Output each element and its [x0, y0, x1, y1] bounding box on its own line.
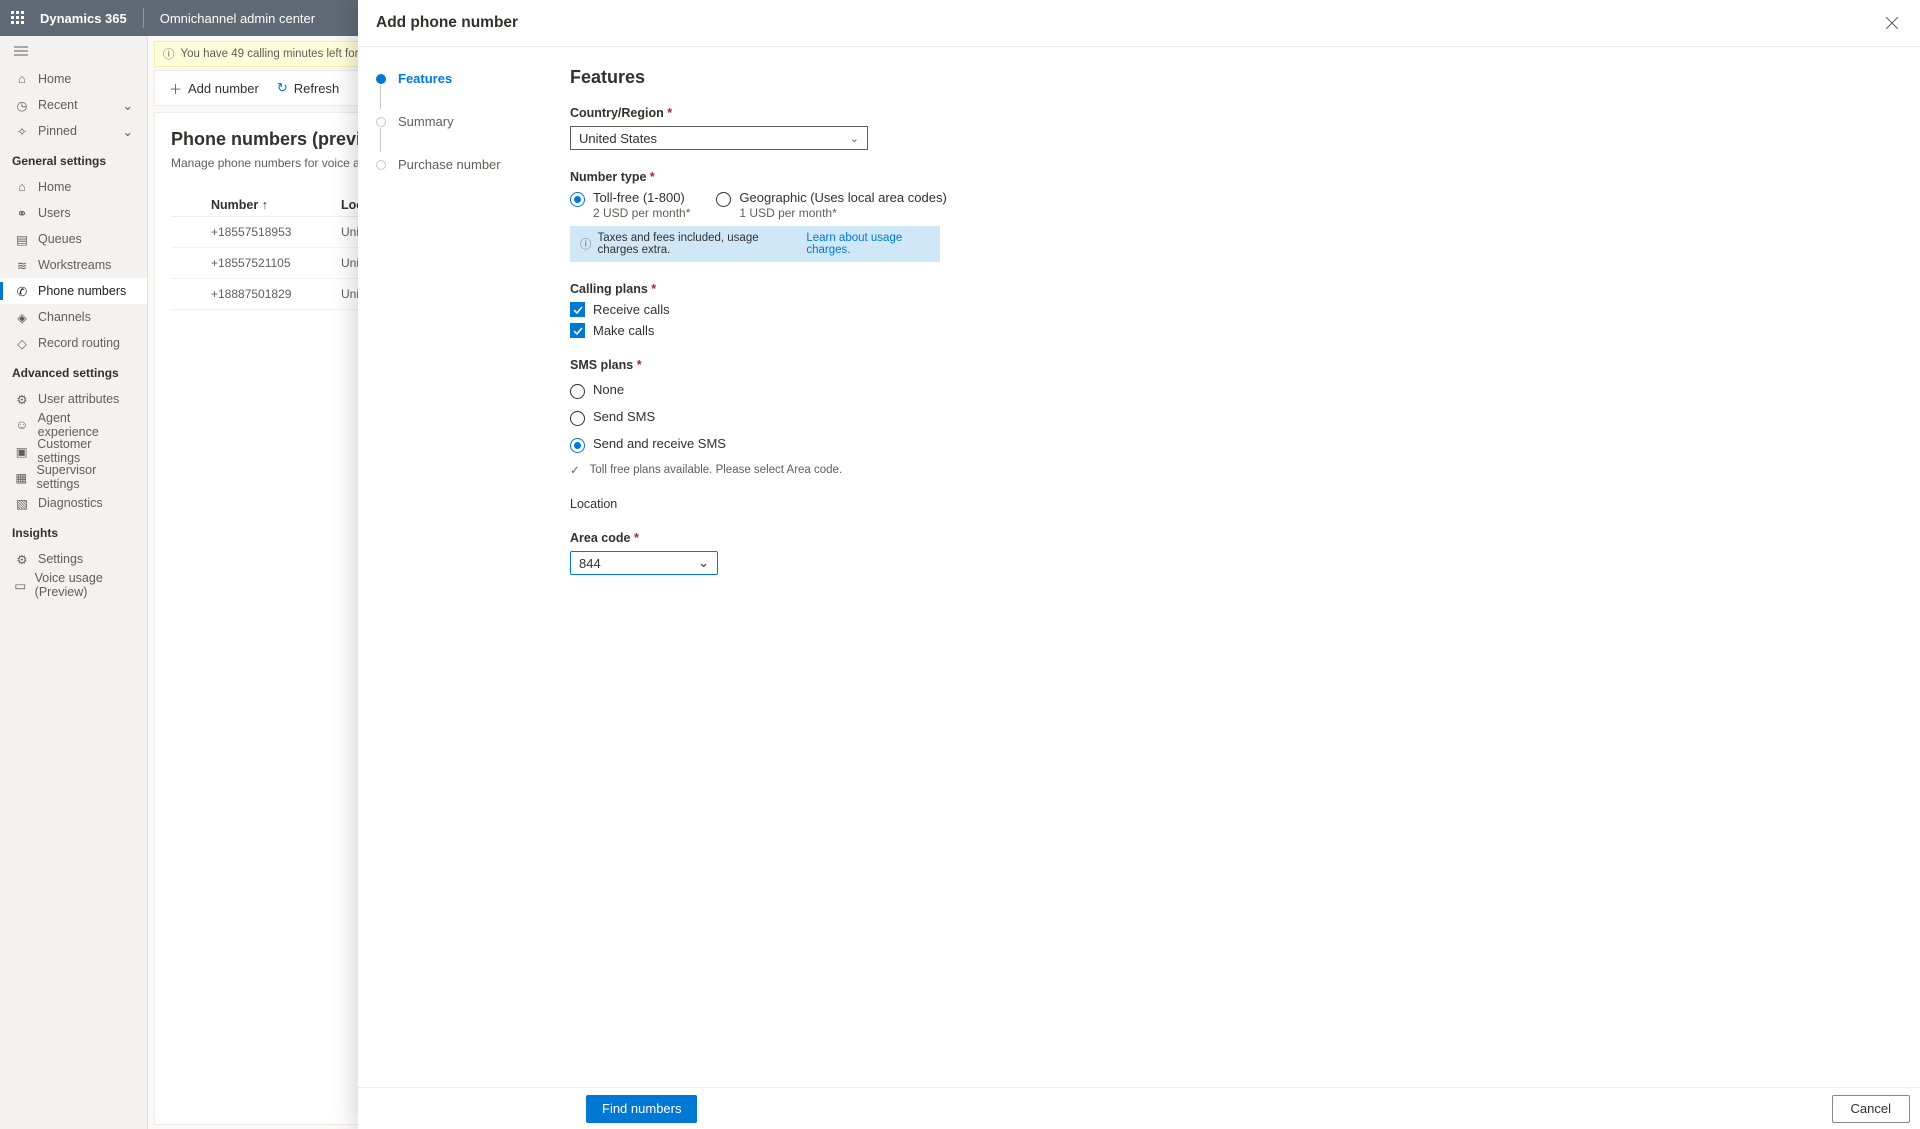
app-name-label: Omnichannel admin center: [160, 11, 315, 26]
nav-item-settings[interactable]: ⚙Settings: [0, 546, 147, 572]
nav-collapse-button[interactable]: [0, 36, 147, 66]
nav-item-customer-settings[interactable]: ▣Customer settings: [0, 438, 147, 464]
form-heading: Features: [570, 67, 1902, 88]
nav-item-voice-usage-preview-[interactable]: ▭Voice usage (Preview): [0, 572, 147, 598]
step-dot-icon: [376, 117, 386, 127]
nav-item-record-routing[interactable]: ◇Record routing: [0, 330, 147, 356]
nav-item-pinned[interactable]: ✧Pinned⌄: [0, 118, 147, 144]
sms-send-radio[interactable]: Send SMS: [570, 409, 1902, 426]
nav-item-channels[interactable]: ◈Channels: [0, 304, 147, 330]
location-label: Location: [570, 497, 1902, 511]
info-icon: ⓘ: [163, 46, 175, 62]
radio-icon: [716, 192, 731, 207]
chevron-down-icon: ⌄: [850, 132, 859, 145]
voice-icon: ▭: [14, 578, 27, 593]
plans-available-hint: ✓ Toll free plans available. Please sele…: [570, 463, 1902, 477]
chevron-down-icon: ⌄: [698, 555, 709, 571]
nav-item-users[interactable]: ⚭Users: [0, 200, 147, 226]
checkbox-checked-icon: [570, 323, 585, 338]
step-dot-icon: [376, 74, 386, 84]
usage-charges-info: ⓘ Taxes and fees included, usage charges…: [570, 226, 940, 262]
routing-icon: ◇: [14, 336, 30, 351]
find-numbers-button[interactable]: Find numbers: [586, 1095, 697, 1123]
modal-footer: Find numbers Cancel: [358, 1087, 1920, 1129]
chevron-down-icon: ⌄: [123, 124, 133, 139]
area-code-select[interactable]: 844 ⌄: [570, 551, 718, 575]
radio-icon: [570, 438, 585, 453]
workstreams-icon: ≋: [14, 258, 30, 273]
nav-group-heading: Advanced settings: [0, 356, 147, 386]
nav-group-heading: Insights: [0, 516, 147, 546]
col-number-header[interactable]: Number ↑: [211, 198, 341, 212]
gear-icon: ⚙: [14, 552, 30, 567]
clock-icon: ◷: [14, 98, 30, 113]
nav-item-queues[interactable]: ▤Queues: [0, 226, 147, 252]
nav-item-supervisor-settings[interactable]: ▦Supervisor settings: [0, 464, 147, 490]
pin-icon: ✧: [14, 124, 30, 139]
country-region-select[interactable]: United States ⌄: [570, 126, 868, 150]
topbar-divider: [143, 8, 144, 28]
nav-item-home[interactable]: ⌂Home: [0, 174, 147, 200]
nav-group-heading: General settings: [0, 144, 147, 174]
refresh-icon: ↻: [277, 80, 288, 96]
channels-icon: ◈: [14, 310, 30, 325]
plus-icon: ＋: [169, 79, 182, 98]
toll-free-radio[interactable]: Toll-free (1-800) 2 USD per month*: [570, 190, 690, 220]
form-area: Features Country/Region * United States …: [570, 47, 1920, 1087]
wizard-steps: Features Summary Purchase number: [358, 47, 570, 1087]
nav-item-home[interactable]: ⌂Home: [0, 66, 147, 92]
wizard-step-summary[interactable]: Summary: [376, 114, 552, 129]
nav-item-user-attributes[interactable]: ⚙User attributes: [0, 386, 147, 412]
modal-header: Add phone number: [358, 0, 1920, 47]
diag-icon: ▧: [14, 496, 30, 511]
modal-title: Add phone number: [376, 14, 518, 32]
geographic-radio[interactable]: Geographic (Uses local area codes) 1 USD…: [716, 190, 946, 220]
attrs-icon: ⚙: [14, 392, 30, 407]
home-icon: ⌂: [14, 72, 30, 86]
sms-plans-label: SMS plans *: [570, 358, 1902, 372]
users-icon: ⚭: [14, 206, 30, 221]
checkbox-checked-icon: [570, 302, 585, 317]
nav-item-agent-experience[interactable]: ☺Agent experience: [0, 412, 147, 438]
make-calls-checkbox[interactable]: Make calls: [570, 323, 1902, 338]
area-code-label: Area code *: [570, 531, 1902, 545]
cancel-button[interactable]: Cancel: [1832, 1095, 1910, 1123]
sms-none-radio[interactable]: None: [570, 382, 1902, 399]
add-phone-number-panel: Add phone number Features Summary Purchase…: [358, 0, 1920, 1129]
country-region-label: Country/Region *: [570, 106, 1902, 120]
app-launcher-icon[interactable]: [8, 8, 28, 28]
radio-icon: [570, 384, 585, 399]
agent-icon: ☺: [14, 418, 30, 432]
check-icon: ✓: [570, 463, 580, 477]
refresh-button[interactable]: ↻ Refresh: [277, 80, 339, 96]
radio-icon: [570, 192, 585, 207]
receive-calls-checkbox[interactable]: Receive calls: [570, 302, 1902, 317]
add-number-button[interactable]: ＋ Add number: [169, 79, 259, 98]
nav-item-phone-numbers[interactable]: ✆Phone numbers: [0, 278, 147, 304]
nav-item-diagnostics[interactable]: ▧Diagnostics: [0, 490, 147, 516]
left-nav: ⌂Home◷Recent⌄✧Pinned⌄ General settings⌂H…: [0, 36, 148, 1129]
close-button[interactable]: [1882, 13, 1902, 33]
wizard-step-purchase-number[interactable]: Purchase number: [376, 157, 552, 172]
wizard-step-features[interactable]: Features: [376, 71, 552, 86]
step-dot-icon: [376, 160, 386, 170]
learn-usage-link[interactable]: Learn about usage charges.: [806, 232, 930, 256]
customer-icon: ▣: [14, 444, 29, 459]
sms-send-receive-radio[interactable]: Send and receive SMS: [570, 436, 1902, 453]
info-icon: ⓘ: [580, 236, 592, 252]
nav-item-recent[interactable]: ◷Recent⌄: [0, 92, 147, 118]
number-type-label: Number type *: [570, 170, 1902, 184]
brand-label: Dynamics 365: [40, 11, 127, 26]
queues-icon: ▤: [14, 232, 30, 247]
home-icon: ⌂: [14, 180, 30, 194]
radio-icon: [570, 411, 585, 426]
chevron-down-icon: ⌄: [123, 98, 133, 113]
nav-item-workstreams[interactable]: ≋Workstreams: [0, 252, 147, 278]
calling-plans-label: Calling plans *: [570, 282, 1902, 296]
supervisor-icon: ▦: [14, 470, 29, 485]
phone-icon: ✆: [14, 284, 30, 299]
